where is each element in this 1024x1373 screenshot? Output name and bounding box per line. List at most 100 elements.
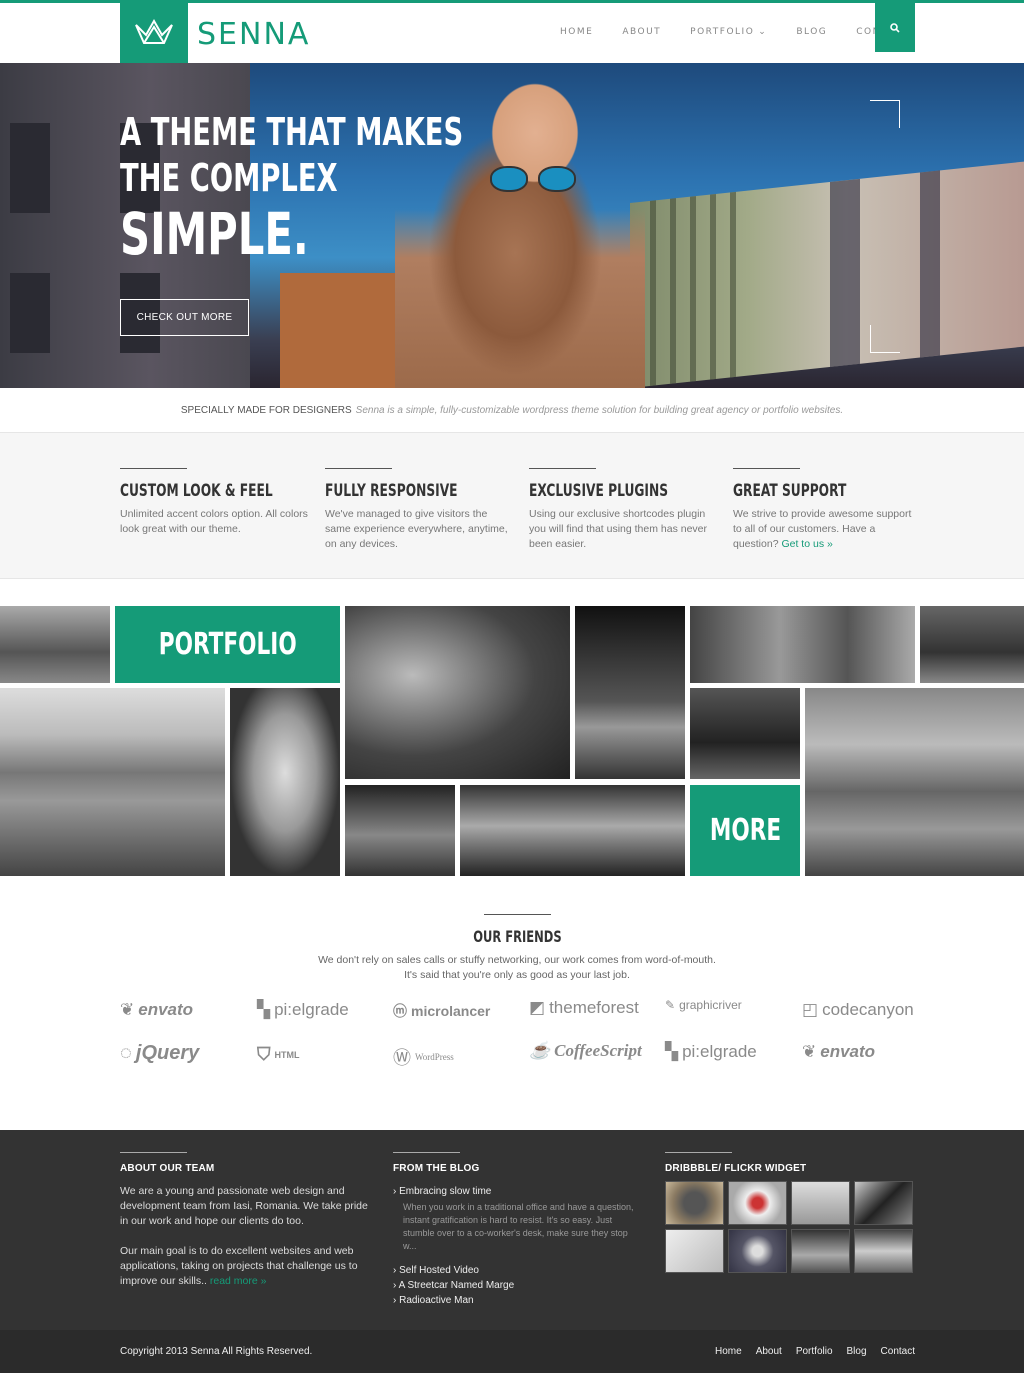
jquery-icon: ◌ xyxy=(120,1042,132,1064)
footer-widget-title: DRIBBBLE/ FLICKR WIDGET xyxy=(665,1163,807,1174)
widget-thumb[interactable] xyxy=(728,1181,787,1225)
footer-widget: DRIBBBLE/ FLICKR WIDGET xyxy=(665,1152,915,1184)
hero-line-3: SIMPLE. xyxy=(120,200,309,268)
feature-title: FULLY RESPONSIVE xyxy=(325,481,458,501)
brand-envato[interactable]: ❦ envato xyxy=(120,1000,193,1020)
footer-nav-portfolio[interactable]: Portfolio xyxy=(796,1346,833,1357)
brand-coffeescript-label: CoffeeScript xyxy=(554,1041,642,1060)
brand-themeforest[interactable]: ◩ themeforest xyxy=(529,998,639,1018)
footer-rule xyxy=(665,1152,732,1153)
portfolio-tile[interactable]: PORTFOLIO xyxy=(115,606,340,683)
brand-html5[interactable]: ⛉ HTML xyxy=(257,1044,300,1065)
portfolio-photo-forest[interactable] xyxy=(920,606,1024,683)
portfolio-photo-night-road[interactable] xyxy=(345,785,455,876)
footer-about-p2: Our main goal is to do excellent website… xyxy=(120,1244,370,1289)
feature-title: CUSTOM LOOK & FEEL xyxy=(120,481,273,501)
widget-thumb[interactable] xyxy=(728,1229,787,1273)
copyright-text: Copyright 2013 Senna All Rights Reserved… xyxy=(120,1346,313,1357)
tagline-text: Senna is a simple, fully-customizable wo… xyxy=(355,404,844,416)
footer-nav-home[interactable]: Home xyxy=(715,1346,742,1357)
brand-pixelgrade-2[interactable]: ▚ pi:elgrade xyxy=(665,1042,757,1062)
nav-portfolio-label: PORTFOLIO xyxy=(690,27,755,37)
themeforest-icon: ◩ xyxy=(529,998,546,1017)
portfolio-photo-bar[interactable] xyxy=(690,606,915,683)
brand-graphicriver[interactable]: ✎ graphicriver xyxy=(665,998,742,1012)
brand-html5-label: HTML xyxy=(274,1049,300,1060)
site-header: SENNA HOME ABOUT PORTFOLIO⌄ BLOG CONTACT xyxy=(0,3,1024,63)
brand-microlancer[interactable]: ⓜ microlancer xyxy=(393,1001,490,1021)
more-button[interactable]: MORE xyxy=(690,785,800,876)
brand-pixelgrade-label: pi:elgrade xyxy=(274,1000,349,1019)
blog-post-excerpt: When you work in a traditional office an… xyxy=(403,1202,634,1251)
chevron-down-icon: ⌄ xyxy=(758,27,768,37)
crown-icon xyxy=(135,18,173,44)
footer-nav-about[interactable]: About xyxy=(756,1346,782,1357)
brand-microlancer-label: microlancer xyxy=(411,1003,491,1019)
friends-line-1: We don't rely on sales calls or stuffy n… xyxy=(318,954,716,966)
footer-about-title: ABOUT OUR TEAM xyxy=(120,1163,215,1174)
pixelgrade-icon: ▚ xyxy=(665,1042,679,1061)
nav-about[interactable]: ABOUT xyxy=(622,27,661,37)
brand-codecanyon[interactable]: ◰ codecanyon xyxy=(802,1000,914,1020)
portfolio-photo-cottage[interactable] xyxy=(805,688,1024,876)
blog-post-link[interactable]: › Self Hosted Video xyxy=(393,1263,643,1278)
portfolio-photo-sports-car[interactable] xyxy=(460,785,685,876)
features-section: CUSTOM LOOK & FEEL Unlimited accent colo… xyxy=(0,433,1024,579)
footer-rule xyxy=(120,1152,187,1153)
footer-blog-title: FROM THE BLOG xyxy=(393,1163,480,1174)
logo-text[interactable]: SENNA xyxy=(197,17,310,52)
widget-thumb[interactable] xyxy=(665,1181,724,1225)
feature-title: GREAT SUPPORT xyxy=(733,481,847,501)
logo-mark[interactable] xyxy=(120,3,188,63)
codecanyon-icon: ◰ xyxy=(802,1000,819,1019)
feature-text: We strive to provide awesome support to … xyxy=(733,507,923,552)
search-icon xyxy=(890,22,900,33)
brand-coffeescript[interactable]: ☕ CoffeeScript xyxy=(529,1041,642,1061)
envato-leaf-icon: ❦ xyxy=(120,1000,135,1019)
brand-jquery[interactable]: ◌ jQuery xyxy=(120,1042,199,1065)
blog-post-title: Embracing slow time xyxy=(399,1186,492,1197)
get-to-us-link[interactable]: Get to us » xyxy=(781,538,832,550)
widget-thumb[interactable] xyxy=(791,1229,850,1273)
pixelgrade-icon: ▚ xyxy=(257,1000,271,1019)
tagline-bar: SPECIALLY MADE FOR DESIGNERS Senna is a … xyxy=(0,388,1024,433)
nav-portfolio[interactable]: PORTFOLIO ⌄ xyxy=(690,27,767,37)
portfolio-photo-road-car[interactable] xyxy=(0,688,225,876)
feature-text: Using our exclusive shortcodes plugin yo… xyxy=(529,508,708,550)
blog-post-link[interactable]: › A Streetcar Named Marge xyxy=(393,1278,643,1293)
portfolio-photo-driver[interactable] xyxy=(345,606,570,779)
check-out-more-button[interactable]: CHECK OUT MORE xyxy=(120,299,249,336)
widget-thumb[interactable] xyxy=(854,1229,913,1273)
brand-codecanyon-label: codecanyon xyxy=(822,1000,914,1019)
tagline-lead: SPECIALLY MADE FOR DESIGNERS xyxy=(180,404,352,416)
graphicriver-icon: ✎ xyxy=(665,998,676,1012)
blog-post-link[interactable]: › Radioactive Man xyxy=(393,1293,643,1308)
footer-nav-blog[interactable]: Blog xyxy=(847,1346,867,1357)
portfolio-photo-night-car[interactable] xyxy=(575,606,685,779)
footer-blog: FROM THE BLOG › Embracing slow time When… xyxy=(393,1152,643,1308)
footer-nav: Home About Portfolio Blog Contact xyxy=(715,1346,915,1357)
footer-nav-contact[interactable]: Contact xyxy=(881,1346,915,1357)
read-more-link[interactable]: read more » xyxy=(210,1275,267,1287)
hero-line-1: A THEME THAT MAKES xyxy=(120,110,464,154)
feature-rule xyxy=(325,468,392,469)
brand-pixelgrade[interactable]: ▚ pi:elgrade xyxy=(257,1000,349,1020)
feature-rule xyxy=(529,468,596,469)
brand-wordpress[interactable]: Ⓦ WordPress xyxy=(393,1044,454,1070)
search-button[interactable] xyxy=(875,3,915,52)
feature-text: Unlimited accent colors option. All colo… xyxy=(120,508,308,535)
portfolio-photo-street[interactable] xyxy=(0,606,110,683)
portfolio-photo-racer[interactable] xyxy=(230,688,340,876)
nav-blog[interactable]: BLOG xyxy=(796,27,827,37)
widget-thumb[interactable] xyxy=(791,1181,850,1225)
brand-envato-2[interactable]: ❦ envato xyxy=(802,1042,875,1062)
widget-thumb[interactable] xyxy=(665,1229,724,1273)
frame-corner-top-right xyxy=(870,100,900,128)
brand-themeforest-label: themeforest xyxy=(549,998,639,1017)
friends-line-2: It's said that you're only as good as yo… xyxy=(404,969,630,981)
nav-home[interactable]: HOME xyxy=(560,27,593,37)
footer-about: ABOUT OUR TEAM We are a young and passio… xyxy=(120,1152,370,1289)
blog-post-link[interactable]: › Embracing slow time xyxy=(393,1184,643,1199)
portfolio-photo-pub[interactable] xyxy=(690,688,800,779)
widget-thumb[interactable] xyxy=(854,1181,913,1225)
